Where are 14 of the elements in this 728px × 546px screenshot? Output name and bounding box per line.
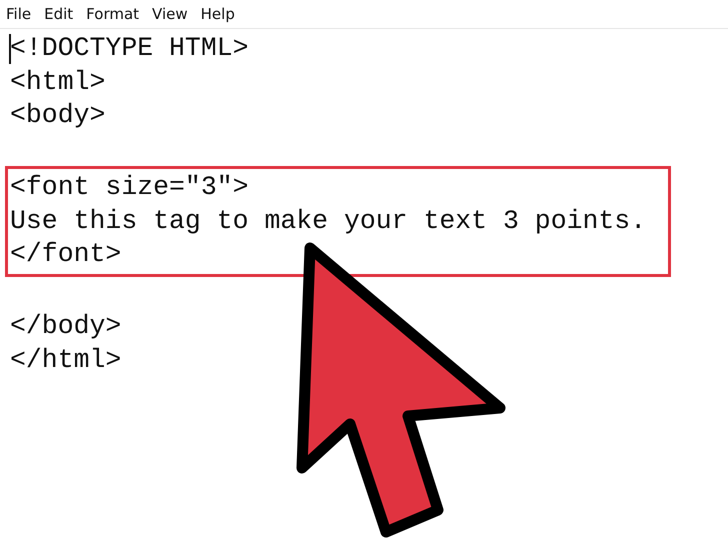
menu-item[interactable]: Edit xyxy=(44,5,74,23)
code-line: </font> xyxy=(10,238,122,271)
code-line: <!DOCTYPE HTML> xyxy=(10,32,249,65)
code-line: </body> xyxy=(10,310,122,343)
menu-item[interactable]: File xyxy=(6,5,32,23)
code-line: <font size="3"> xyxy=(10,171,249,204)
menu-item[interactable]: Format xyxy=(86,5,140,23)
text-cursor xyxy=(9,34,11,64)
code-line: <body> xyxy=(10,99,106,132)
menu-item[interactable]: View xyxy=(152,5,188,23)
code-line: Use this tag to make your text 3 points. xyxy=(10,204,646,238)
code-line: </html> xyxy=(10,344,122,376)
menu-item[interactable]: Help xyxy=(200,5,235,23)
code-line: <html> xyxy=(10,66,106,98)
